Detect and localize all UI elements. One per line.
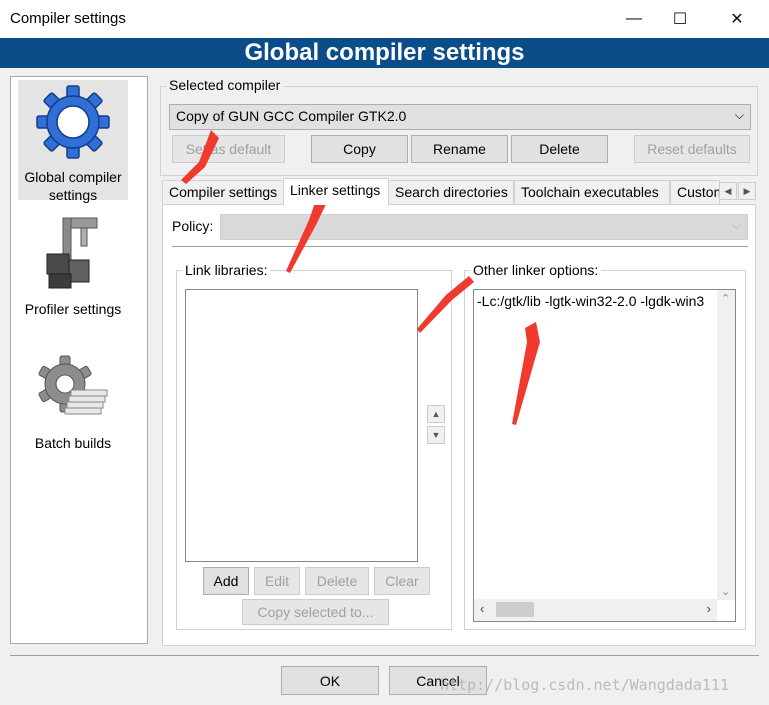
copy-selected-to-button[interactable]: Copy selected to... [242, 599, 389, 625]
chevron-left-icon: ‹ [480, 601, 485, 616]
sidebar-item-global-compiler[interactable]: Global compiler settings [18, 80, 128, 203]
chevron-down-icon: ⌵ [731, 218, 741, 232]
minimize-button[interactable]: — [611, 0, 657, 38]
chevron-up-icon: ⌃ [721, 293, 731, 305]
delete-compiler-button[interactable]: Delete [511, 135, 608, 163]
other-linker-options-textarea[interactable]: -Lc:/gtk/lib -lgtk-win32-2.0 -lgdk-win3 … [473, 289, 736, 622]
move-down-button[interactable]: ▼ [427, 426, 445, 444]
rename-compiler-button[interactable]: Rename [411, 135, 508, 163]
page-title: Global compiler settings [0, 38, 769, 68]
maximize-icon: ☐ [672, 11, 688, 28]
chevron-right-icon: ▶ [743, 185, 751, 196]
delete-library-button[interactable]: Delete [305, 567, 369, 595]
close-button[interactable]: ✕ [714, 0, 760, 38]
chevron-down-icon: ▼ [431, 430, 441, 440]
sidebar-item-label: Global compiler [24, 169, 122, 185]
other-linker-options-text: -Lc:/gtk/lib -lgtk-win32-2.0 -lgdk-win3 [477, 293, 705, 309]
batch-gear-icon [38, 355, 108, 415]
maximize-button[interactable]: ☐ [657, 0, 703, 38]
edit-library-button[interactable]: Edit [254, 567, 300, 595]
compiler-select-value: Copy of GUN GCC Compiler GTK2.0 [176, 108, 407, 124]
ok-button[interactable]: OK [281, 666, 379, 695]
policy-label: Policy: [172, 218, 214, 234]
tab-search-directories[interactable]: Search directories [388, 180, 514, 204]
sidebar-item-batch-builds[interactable]: Batch builds [18, 354, 128, 454]
caliper-icon [46, 217, 98, 289]
horizontal-scroll-thumb[interactable] [496, 602, 534, 617]
tab-custom-variables[interactable]: Custom variables [670, 180, 720, 204]
tab-scroll-right-button[interactable]: ▶ [738, 182, 756, 200]
link-libraries-label: Link libraries: [182, 262, 271, 278]
add-library-button[interactable]: Add [203, 567, 249, 595]
clear-libraries-button[interactable]: Clear [374, 567, 430, 595]
tab-linker-settings[interactable]: Linker settings [283, 178, 389, 205]
sidebar-item-profiler[interactable]: Profiler settings [18, 212, 128, 320]
title-bar: Compiler settings — ☐ ✕ [0, 0, 769, 38]
chevron-right-icon: › [706, 601, 711, 616]
link-libraries-list[interactable] [185, 289, 418, 562]
tab-compiler-settings[interactable]: Compiler settings [162, 180, 284, 204]
minimize-icon: — [626, 10, 642, 27]
sidebar-item-label: Batch builds [34, 435, 112, 451]
gear-icon [36, 85, 110, 159]
copy-compiler-button[interactable]: Copy [311, 135, 408, 163]
chevron-down-icon: ⌵ [734, 108, 744, 122]
horizontal-scrollbar[interactable]: ‹ › [474, 599, 717, 621]
chevron-up-icon: ▲ [431, 409, 441, 419]
compiler-select[interactable]: Copy of GUN GCC Compiler GTK2.0 ⌵ [169, 104, 751, 130]
selected-compiler-label: Selected compiler [166, 77, 284, 93]
sidebar-item-label: Profiler settings [24, 301, 122, 317]
other-linker-options-label: Other linker options: [470, 262, 602, 278]
window-title: Compiler settings [10, 10, 126, 27]
chevron-left-icon: ◀ [724, 185, 732, 196]
close-icon: ✕ [730, 11, 744, 28]
watermark-text: http://blog.csdn.net/Wangdada111 [440, 676, 729, 694]
set-as-default-button[interactable]: Set as default [172, 135, 285, 163]
policy-separator [172, 246, 748, 247]
chevron-down-icon: ⌄ [721, 586, 731, 598]
tab-toolchain-executables[interactable]: Toolchain executables [514, 180, 670, 204]
reset-defaults-button[interactable]: Reset defaults [634, 135, 750, 163]
move-up-button[interactable]: ▲ [427, 405, 445, 423]
sidebar-item-label: settings [48, 187, 98, 203]
footer-separator [10, 655, 759, 656]
tab-scroll-left-button[interactable]: ◀ [719, 182, 737, 200]
vertical-scrollbar[interactable]: ⌃ ⌄ [717, 290, 735, 600]
policy-select[interactable]: ⌵ [220, 214, 748, 240]
